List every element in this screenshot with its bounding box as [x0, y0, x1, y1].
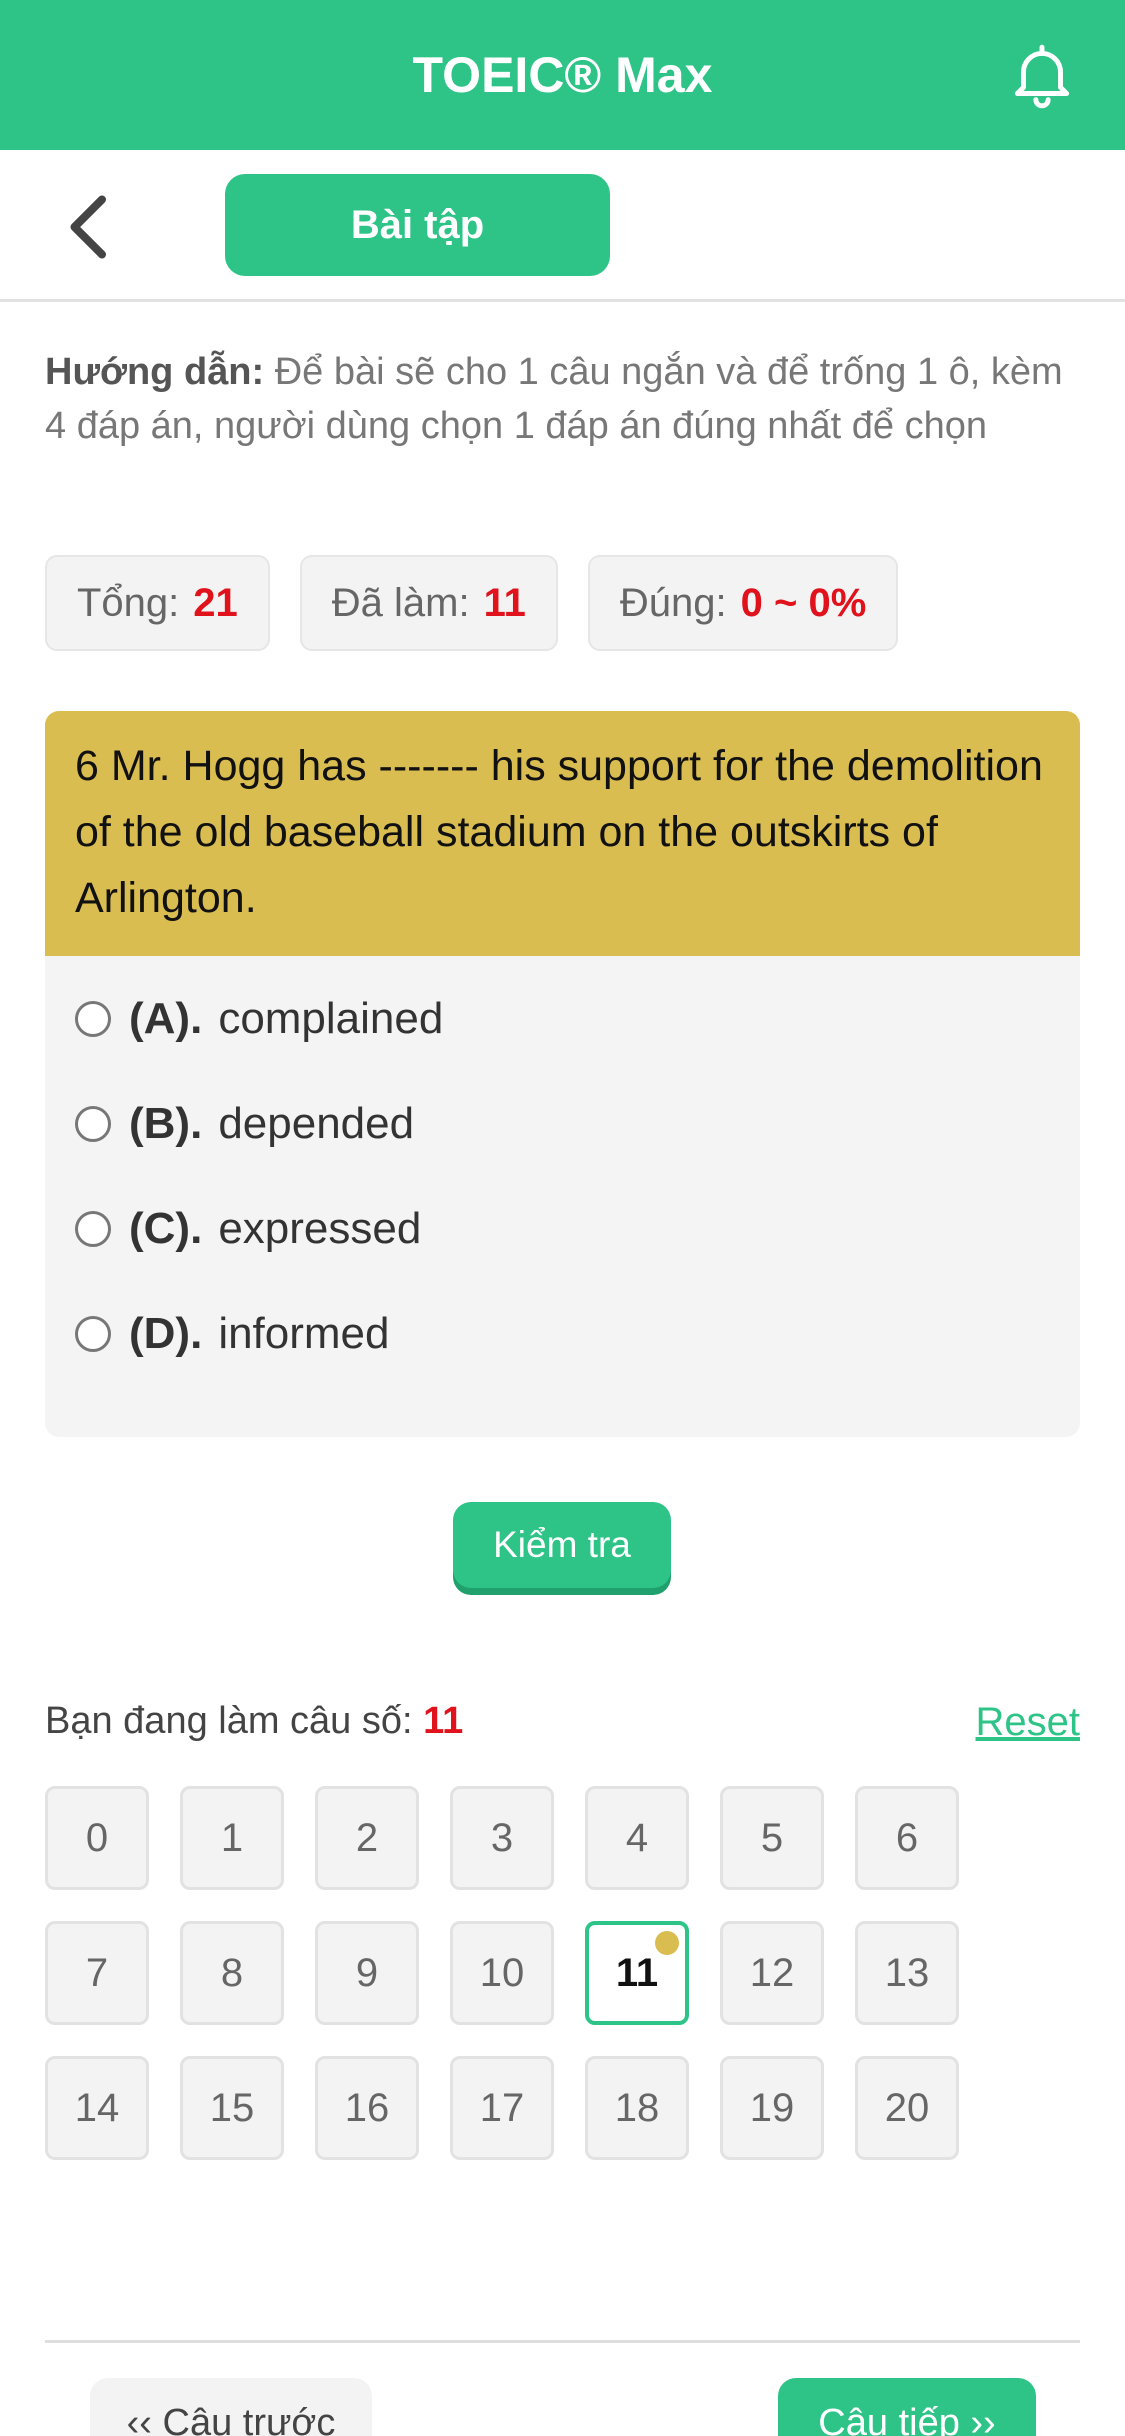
question-number-16[interactable]: 16	[315, 2056, 419, 2160]
top-app-bar: TOEIC® Max	[0, 0, 1125, 150]
question-number-label: 10	[479, 1950, 525, 1995]
option-text: depended	[218, 1098, 415, 1148]
divider	[45, 2340, 1080, 2343]
stat-correct: Đúng: 0 ~ 0%	[587, 555, 899, 651]
question-number-label: 16	[344, 2085, 390, 2130]
question-number-8[interactable]: 8	[180, 1921, 284, 2025]
question-number-label: 13	[884, 1950, 930, 1995]
instructions: Hướng dẫn: Để bài sẽ cho 1 câu ngắn và đ…	[45, 345, 1085, 453]
option-c[interactable]: (C). expressed	[45, 1176, 1080, 1281]
radio-icon[interactable]	[75, 1315, 111, 1352]
stat-value: 11	[483, 580, 526, 625]
stat-done: Đã làm: 11	[299, 555, 558, 651]
stat-total: Tổng: 21	[45, 555, 270, 651]
question-number-label: 20	[884, 2085, 930, 2130]
question-number-label: 18	[614, 2085, 660, 2130]
question-number-1[interactable]: 1	[180, 1786, 284, 1890]
question-number-label: 11	[615, 1950, 659, 1995]
question-number-label: 5	[760, 1815, 784, 1860]
question-number-label: 14	[74, 2085, 120, 2130]
question-number-label: 19	[749, 2085, 795, 2130]
question-number-label: 9	[355, 1950, 379, 1995]
stat-value: 0 ~ 0%	[740, 580, 867, 625]
question-number-20[interactable]: 20	[855, 2056, 959, 2160]
answer-options: (A). complained (B). depended (C). expre…	[45, 956, 1080, 1386]
question-number-9[interactable]: 9	[315, 1921, 419, 2025]
option-d[interactable]: (D). informed	[45, 1281, 1080, 1386]
chevron-left-icon[interactable]	[62, 192, 112, 262]
current-dot-icon	[655, 1931, 679, 1955]
radio-icon[interactable]	[75, 1000, 111, 1037]
question-number-label: 4	[625, 1815, 649, 1860]
stat-label: Tổng:	[77, 580, 180, 625]
question-number-18[interactable]: 18	[585, 2056, 689, 2160]
question-number-14[interactable]: 14	[45, 2056, 149, 2160]
question-number-label: 8	[220, 1950, 244, 1995]
question-number-13[interactable]: 13	[855, 1921, 959, 2025]
progress-indicator: Bạn đang làm câu số: 11 Reset	[45, 1700, 1080, 1756]
instructions-label: Hướng dẫn:	[45, 351, 265, 393]
question-number-label: 15	[209, 2085, 255, 2130]
option-letter: (D).	[129, 1308, 203, 1358]
question-text: 6 Mr. Hogg has ------- his support for t…	[45, 711, 1080, 956]
question-card: 6 Mr. Hogg has ------- his support for t…	[45, 711, 1080, 1437]
option-letter: (A).	[129, 993, 203, 1043]
question-number-label: 0	[85, 1815, 109, 1860]
current-question-number: 11	[423, 1700, 464, 1742]
question-number-11[interactable]: 11	[585, 1921, 689, 2025]
question-number-label: 1	[220, 1815, 244, 1860]
question-number-label: 12	[749, 1950, 795, 1995]
question-number-7[interactable]: 7	[45, 1921, 149, 2025]
reset-link[interactable]: Reset	[976, 1700, 1081, 1745]
question-number-label: 6	[895, 1815, 919, 1860]
radio-icon[interactable]	[75, 1105, 111, 1142]
question-number-2[interactable]: 2	[315, 1786, 419, 1890]
bell-icon[interactable]	[1005, 38, 1079, 112]
check-button[interactable]: Kiểm tra	[453, 1502, 671, 1588]
question-number-4[interactable]: 4	[585, 1786, 689, 1890]
stats-row: Tổng: 21 Đã làm: 11 Đúng: 0 ~ 0%	[45, 555, 899, 651]
option-letter: (C).	[129, 1203, 203, 1253]
option-a[interactable]: (A). complained	[45, 966, 1080, 1071]
option-letter: (B).	[129, 1098, 203, 1148]
option-text: expressed	[218, 1203, 422, 1253]
question-number-label: 17	[479, 2085, 525, 2130]
question-number-0[interactable]: 0	[45, 1786, 149, 1890]
question-number-label: 3	[490, 1815, 514, 1860]
question-number-6[interactable]: 6	[855, 1786, 959, 1890]
next-question-button[interactable]: Câu tiếp ››	[778, 2378, 1036, 2436]
stat-value: 21	[193, 580, 238, 625]
tab-exercise[interactable]: Bài tập	[225, 174, 610, 276]
option-text: complained	[218, 993, 444, 1043]
sub-header: Bài tập	[0, 150, 1125, 302]
radio-icon[interactable]	[75, 1210, 111, 1247]
question-number-grid: 0 1 2 3 4 5 6 7 8 9 10 11 12 13 14 15 16 17 18 19 20	[45, 1786, 1045, 2160]
option-b[interactable]: (B). depended	[45, 1071, 1080, 1176]
question-number-17[interactable]: 17	[450, 2056, 554, 2160]
question-number-19[interactable]: 19	[720, 2056, 824, 2160]
previous-question-button[interactable]: ‹‹ Câu trước	[90, 2378, 372, 2436]
question-number-label: 2	[355, 1815, 379, 1860]
app-title: TOEIC® Max	[412, 47, 713, 103]
question-number-5[interactable]: 5	[720, 1786, 824, 1890]
stat-label: Đã làm:	[331, 580, 470, 625]
stat-label: Đúng:	[619, 580, 727, 625]
question-number-12[interactable]: 12	[720, 1921, 824, 2025]
question-number-label: 7	[85, 1950, 109, 1995]
question-number-15[interactable]: 15	[180, 2056, 284, 2160]
option-text: informed	[218, 1308, 390, 1358]
question-number-10[interactable]: 10	[450, 1921, 554, 2025]
question-number-3[interactable]: 3	[450, 1786, 554, 1890]
progress-label: Bạn đang làm câu số:	[45, 1700, 424, 1742]
